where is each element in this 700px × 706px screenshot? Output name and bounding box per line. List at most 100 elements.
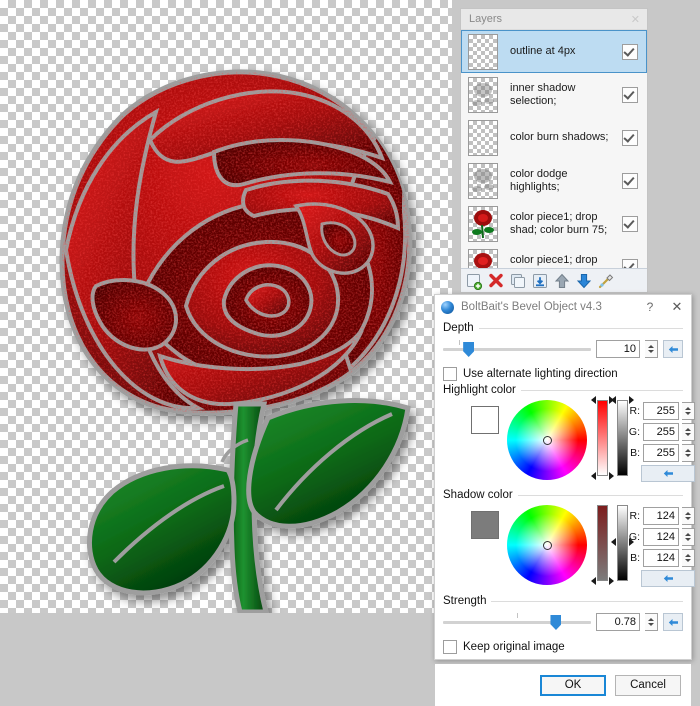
highlight-b-input[interactable]: 255 — [643, 444, 679, 462]
b-label: B: — [630, 552, 640, 564]
depth-reset-button[interactable] — [663, 340, 683, 358]
shadow-b-row[interactable]: B: 124 — [628, 549, 695, 567]
layer-visibility-checkbox[interactable] — [622, 258, 638, 268]
layer-properties-icon[interactable] — [597, 272, 615, 290]
highlight-color-block[interactable]: R: 255 G: 255 B: 255 — [443, 396, 695, 482]
shadow-r-row[interactable]: R: 124 — [628, 507, 695, 525]
keep-original-checkbox[interactable] — [443, 640, 457, 654]
alternate-lighting-row[interactable]: Use alternate lighting direction — [443, 367, 683, 381]
shadow-color-block[interactable]: R: 124 G: 124 B: 124 — [443, 505, 695, 587]
value-bar-track[interactable] — [597, 400, 608, 476]
color-wheel-cursor[interactable] — [543, 436, 552, 445]
dialog-title: BoltBait's Bevel Object v4.3 — [461, 301, 602, 313]
highlight-value-bar[interactable] — [591, 396, 614, 480]
merge-layer-down-icon[interactable] — [531, 272, 549, 290]
layer-row[interactable]: outline at 4px — [461, 30, 647, 73]
shadow-value-bar[interactable] — [591, 505, 614, 585]
delete-layer-icon[interactable] — [487, 272, 505, 290]
value-bar-track[interactable] — [597, 505, 608, 581]
shadow-color-wheel[interactable] — [507, 505, 587, 585]
depth-value-input[interactable]: 10 — [596, 340, 640, 358]
shadow-color-swatch[interactable] — [471, 511, 499, 539]
shadow-g-spinner[interactable] — [682, 528, 695, 546]
layer-visibility-checkbox[interactable] — [622, 129, 638, 146]
move-layer-down-icon[interactable] — [575, 272, 593, 290]
shadow-b-spinner[interactable] — [682, 549, 695, 567]
alternate-lighting-checkbox[interactable] — [443, 367, 457, 381]
bar-marker-left — [591, 472, 596, 480]
shadow-r-input[interactable]: 124 — [643, 507, 679, 525]
close-icon[interactable]: ✕ — [628, 13, 643, 26]
bevel-object-dialog[interactable]: BoltBait's Bevel Object v4.3 ? ✕ Depth 1… — [434, 294, 695, 706]
highlight-rgb-fields[interactable]: R: 255 G: 255 B: 255 — [628, 400, 695, 482]
dialog-titlebar[interactable]: BoltBait's Bevel Object v4.3 ? ✕ — [435, 295, 691, 319]
shadow-rgb-fields[interactable]: R: 124 G: 124 B: 124 — [628, 505, 695, 587]
layers-list[interactable]: outline at 4px inner shadow selection; c… — [461, 30, 647, 268]
highlight-b-row[interactable]: B: 255 — [628, 444, 695, 462]
strength-slider[interactable] — [443, 611, 591, 633]
highlight-color-swatch[interactable] — [471, 406, 499, 434]
brightness-bar-track[interactable] — [617, 400, 628, 476]
slider-thumb[interactable] — [550, 615, 562, 630]
group-divider — [478, 327, 683, 329]
layers-panel-title: Layers — [469, 13, 503, 25]
cancel-button[interactable]: Cancel — [615, 674, 681, 696]
slider-thumb[interactable] — [463, 342, 475, 357]
close-icon[interactable]: ✕ — [663, 299, 691, 315]
highlight-g-row[interactable]: G: 255 — [628, 423, 695, 441]
duplicate-layer-icon[interactable] — [509, 272, 527, 290]
shadow-g-input[interactable]: 124 — [643, 528, 679, 546]
strength-reset-button[interactable] — [663, 613, 683, 631]
depth-slider-row[interactable]: 10 — [443, 338, 683, 360]
bar-marker-right — [629, 538, 634, 546]
layer-row[interactable]: color piece1; drop shad; color burn 75; — [461, 202, 647, 245]
highlight-g-input[interactable]: 255 — [643, 423, 679, 441]
highlight-color-wheel[interactable] — [507, 400, 587, 480]
layers-panel-header: Layers ✕ — [461, 9, 647, 30]
layer-thumbnail — [468, 76, 498, 113]
layers-toolbar[interactable] — [461, 268, 647, 292]
depth-slider[interactable] — [443, 338, 591, 360]
layer-row[interactable]: color piece1; drop shad; — [461, 245, 647, 268]
shadow-reset-button[interactable] — [641, 570, 695, 587]
highlight-r-row[interactable]: R: 255 — [628, 402, 695, 420]
highlight-brightness-bar[interactable] — [611, 396, 634, 476]
layer-thumbnail — [468, 205, 498, 242]
strength-slider-row[interactable]: 0.78 — [443, 611, 683, 633]
brightness-bar-track[interactable] — [617, 505, 628, 581]
color-wheel-cursor[interactable] — [543, 541, 552, 550]
add-layer-icon[interactable] — [465, 272, 483, 290]
shadow-r-spinner[interactable] — [682, 507, 695, 525]
shadow-reset-row[interactable] — [628, 570, 695, 587]
image-canvas[interactable] — [0, 0, 452, 613]
layer-row[interactable]: inner shadow selection; — [461, 73, 647, 116]
layer-visibility-checkbox[interactable] — [622, 172, 638, 189]
shadow-brightness-bar[interactable] — [611, 505, 634, 581]
keep-original-row[interactable]: Keep original image — [443, 640, 683, 654]
layer-row[interactable]: color burn shadows; — [461, 116, 647, 159]
highlight-g-spinner[interactable] — [682, 423, 695, 441]
highlight-r-spinner[interactable] — [682, 402, 695, 420]
move-layer-up-icon[interactable] — [553, 272, 571, 290]
highlight-reset-row[interactable] — [628, 465, 695, 482]
layers-panel[interactable]: Layers ✕ outline at 4px inner shadow sel… — [460, 8, 648, 293]
group-divider — [491, 600, 683, 602]
group-divider — [520, 389, 683, 391]
highlight-b-spinner[interactable] — [682, 444, 695, 462]
layer-visibility-checkbox[interactable] — [622, 86, 638, 103]
shadow-g-row[interactable]: G: 124 — [628, 528, 695, 546]
depth-spinner[interactable] — [645, 340, 658, 358]
strength-value-input[interactable]: 0.78 — [596, 613, 640, 631]
layer-row[interactable]: color dodge highlights; — [461, 159, 647, 202]
highlight-color-label: Highlight color — [443, 384, 516, 396]
layer-visibility-checkbox[interactable] — [622, 43, 638, 60]
layer-visibility-checkbox[interactable] — [622, 215, 638, 232]
ok-button[interactable]: OK — [540, 674, 606, 696]
highlight-reset-button[interactable] — [641, 465, 695, 482]
bar-marker-left — [591, 577, 596, 585]
depth-group-label: Depth — [443, 322, 683, 334]
strength-spinner[interactable] — [645, 613, 658, 631]
highlight-r-input[interactable]: 255 — [643, 402, 679, 420]
shadow-b-input[interactable]: 124 — [643, 549, 679, 567]
help-icon[interactable]: ? — [637, 300, 663, 314]
